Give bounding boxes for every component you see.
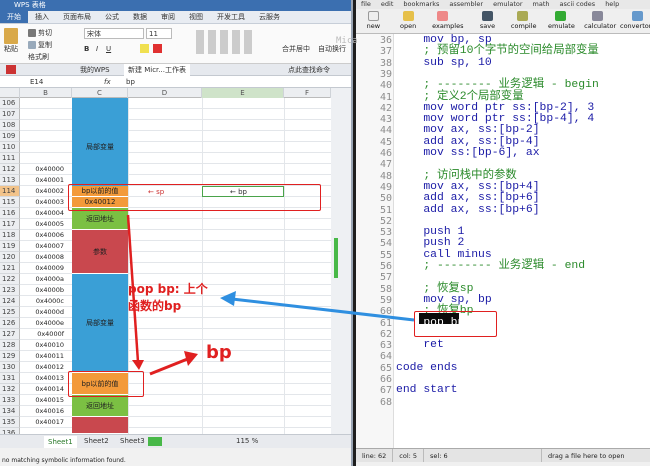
red-arrow-bp-head [184,351,198,366]
annotation-pop-line1: pop bp: 上个 [128,282,208,296]
red-arrow-down-head [132,360,144,370]
blue-arrow-head [220,291,236,306]
blue-arrow [231,297,415,322]
code-line[interactable]: pop bp [396,317,464,329]
annotation-pop-bp: pop bp: 上个 函数的bp [128,281,208,315]
red-arrow-bp [149,356,191,376]
annotation-overlay [126,214,415,376]
annotation-bp: bp [206,342,232,363]
annotation-pop-line2: 函数的bp [128,299,182,313]
